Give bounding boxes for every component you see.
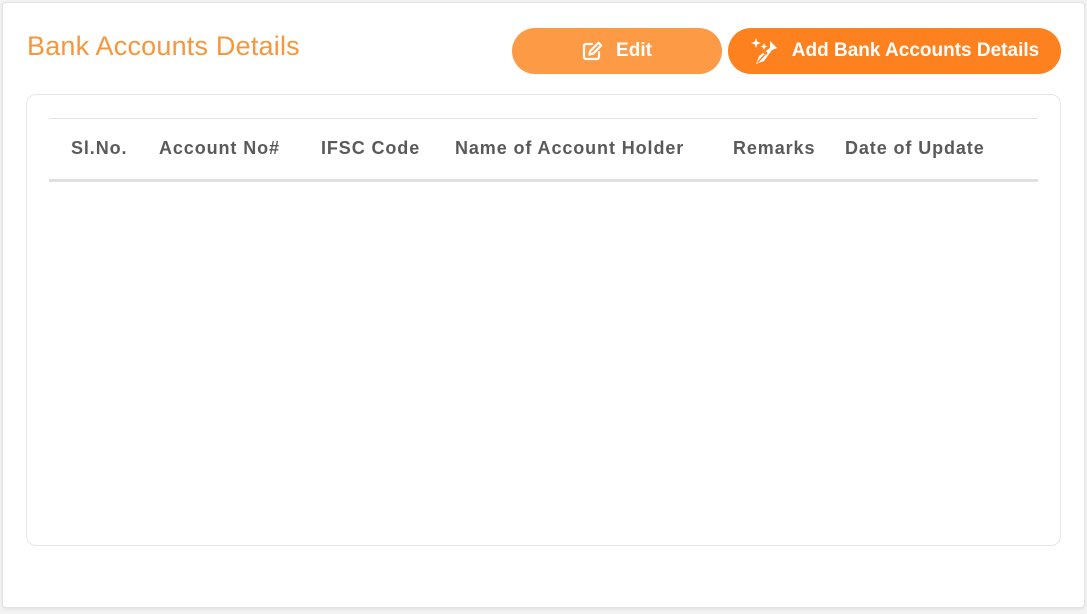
accounts-table-card: Sl.No. Account No# IFSC Code Name of Acc…: [26, 94, 1061, 546]
sparkle-pen-icon: [750, 37, 780, 65]
edit-button-label: Edit: [616, 40, 652, 61]
bank-accounts-panel: Bank Accounts Details Edit Add Bank Acco…: [2, 2, 1085, 608]
add-button-label: Add Bank Accounts Details: [791, 40, 1040, 61]
edit-button[interactable]: Edit: [512, 28, 722, 74]
add-bank-accounts-button[interactable]: Add Bank Accounts Details: [728, 28, 1061, 74]
column-header-sl-no: Sl.No.: [71, 138, 128, 158]
column-header-remarks: Remarks: [733, 138, 816, 158]
accounts-table: Sl.No. Account No# IFSC Code Name of Acc…: [49, 118, 1038, 182]
column-header-date-of-update: Date of Update: [845, 138, 985, 158]
column-header-account-holder: Name of Account Holder: [455, 138, 685, 158]
page-title: Bank Accounts Details: [27, 31, 300, 61]
table-header-row: Sl.No. Account No# IFSC Code Name of Acc…: [49, 118, 1038, 182]
pencil-square-icon: [582, 41, 604, 61]
column-header-ifsc-code: IFSC Code: [321, 138, 421, 158]
column-header-account-no: Account No#: [159, 138, 280, 158]
